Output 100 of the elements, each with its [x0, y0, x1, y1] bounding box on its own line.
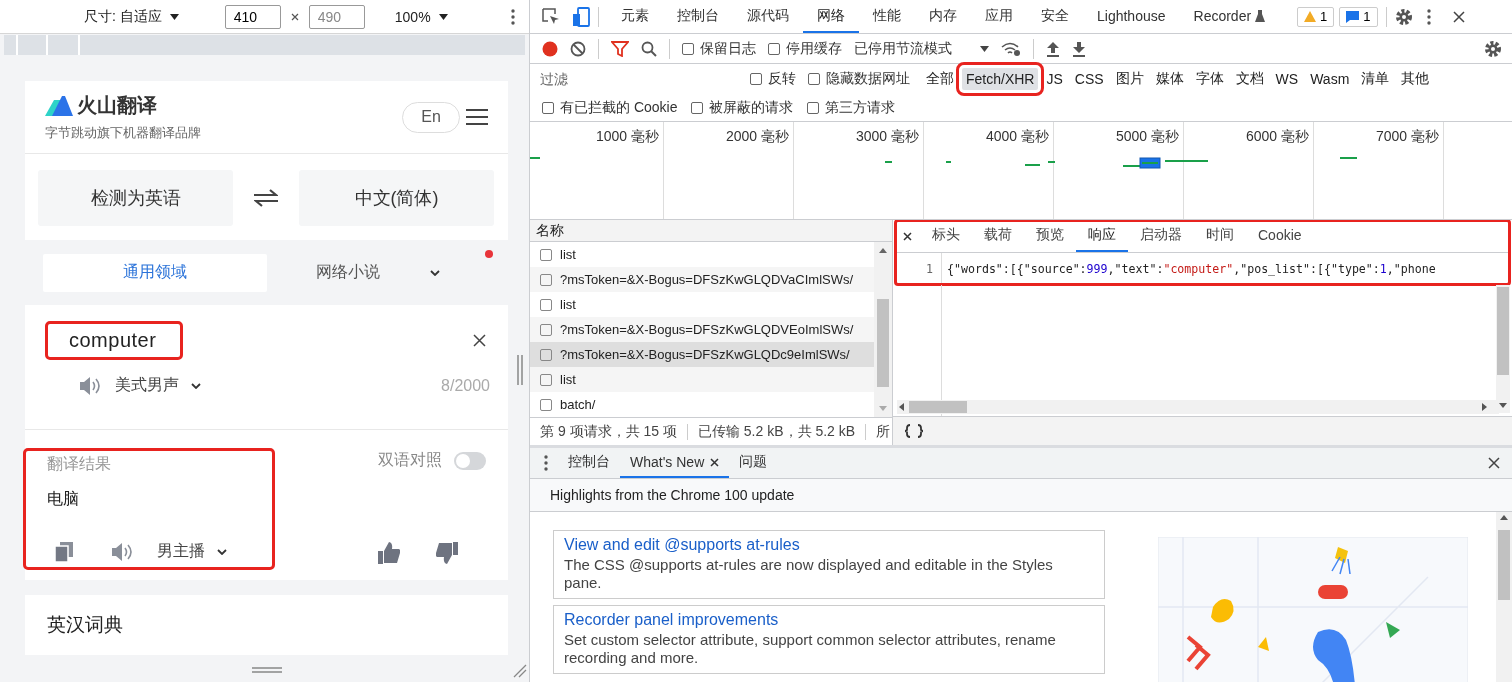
type-filter[interactable]: 其他	[1397, 67, 1434, 91]
resize-handle-icon[interactable]	[252, 667, 282, 673]
column-header[interactable]: 名称	[530, 220, 892, 243]
close-icon[interactable]	[473, 333, 486, 347]
domain-tab[interactable]: 通用领域	[43, 253, 267, 292]
checkbox[interactable]	[542, 101, 554, 114]
network-conditions-icon[interactable]	[1001, 40, 1021, 57]
request-row[interactable]: list	[530, 367, 874, 393]
feature-link[interactable]: Recorder panel improvements	[564, 611, 1094, 629]
detail-tab[interactable]: 载荷	[972, 220, 1024, 252]
type-filter[interactable]: 清单	[1357, 67, 1394, 91]
zoom-dropdown[interactable]: 100%	[394, 8, 448, 25]
speaker-icon[interactable]	[79, 375, 103, 396]
thumbs-up-icon[interactable]	[378, 542, 400, 564]
type-filter[interactable]: 图片	[1111, 67, 1148, 91]
speaker-icon[interactable]	[111, 541, 135, 562]
width-field[interactable]: 410	[224, 4, 281, 29]
domain-tab[interactable]: 网络小说	[266, 253, 490, 292]
panel-tab[interactable]: 网络	[803, 0, 859, 33]
messages-badge[interactable]: 1	[1339, 6, 1378, 27]
inspect-icon[interactable]	[542, 7, 560, 26]
feature-link[interactable]: View and edit @supports at-rules	[564, 536, 1094, 554]
thumbs-down-icon[interactable]	[436, 542, 458, 564]
source-language-button[interactable]: 检测为英语	[38, 170, 233, 226]
type-filter[interactable]: WS	[1271, 68, 1303, 90]
record-icon[interactable]	[542, 40, 558, 57]
panel-tab[interactable]: 元素	[607, 0, 663, 33]
type-filter[interactable]: 媒体	[1151, 67, 1188, 91]
settings-icon[interactable]	[1394, 7, 1413, 26]
request-row[interactable]: batch/	[530, 392, 874, 418]
resize-handle-icon[interactable]	[516, 355, 524, 385]
panel-tab[interactable]: 应用	[971, 0, 1027, 33]
panel-tab[interactable]: 控制台	[663, 0, 733, 33]
voice-dropdown[interactable]: 男主播	[157, 541, 227, 562]
horizontal-scrollbar[interactable]	[897, 400, 1499, 414]
drawer-tab[interactable]: What's New	[620, 448, 730, 478]
detail-tab[interactable]: 响应	[1076, 220, 1128, 252]
close-icon[interactable]	[710, 457, 720, 467]
copy-icon[interactable]	[55, 541, 73, 562]
feature-card[interactable]: View and edit @supports at-rules The CSS @supports at-rules are now displayed and editable in the Styles pane.	[553, 530, 1105, 599]
drawer-tab[interactable]: 控制台	[558, 448, 620, 478]
request-row[interactable]: list	[530, 292, 874, 318]
target-language-button[interactable]: 中文(简体)	[299, 170, 494, 226]
request-row[interactable]: list	[530, 242, 874, 268]
type-filter[interactable]: Wasm	[1306, 68, 1354, 90]
scroll-up-icon[interactable]	[879, 248, 887, 254]
bilingual-toggle[interactable]	[454, 451, 486, 470]
throttling-dropdown[interactable]: 已停用节流模式	[854, 39, 989, 58]
detail-tab[interactable]: Cookie	[1246, 220, 1314, 252]
checkbox[interactable]	[682, 42, 694, 55]
device-icon[interactable]	[572, 6, 590, 27]
checkbox[interactable]	[768, 42, 780, 55]
menu-icon[interactable]	[466, 108, 488, 126]
warnings-badge[interactable]: 1	[1297, 6, 1335, 27]
language-button[interactable]: En	[402, 101, 460, 133]
panel-tab[interactable]: Recorder	[1179, 0, 1280, 33]
filter-icon[interactable]	[611, 40, 629, 57]
pretty-print-icon[interactable]	[905, 424, 923, 438]
detail-tab[interactable]: 预览	[1024, 220, 1076, 252]
detail-tab[interactable]: 启动器	[1128, 220, 1194, 252]
vertical-scrollbar[interactable]	[1496, 285, 1510, 413]
panel-tab[interactable]: 源代码	[733, 0, 803, 33]
clear-icon[interactable]	[570, 40, 586, 57]
panel-tab[interactable]: Lighthouse	[1083, 0, 1180, 33]
size-dropdown[interactable]: 尺寸: 自适应	[84, 7, 179, 26]
resize-corner-icon[interactable]	[513, 664, 527, 678]
panel-tab[interactable]: 性能	[859, 0, 915, 33]
close-icon[interactable]	[1488, 457, 1500, 469]
type-filter[interactable]: 文档	[1231, 67, 1268, 91]
feature-card[interactable]: Recorder panel improvements Set custom selector attribute, support common selector attributes, rename recording and more.	[553, 605, 1105, 674]
drawer-tab[interactable]: 问题	[729, 448, 778, 478]
type-filter[interactable]: CSS	[1070, 68, 1108, 90]
detail-tab[interactable]: 时间	[1194, 220, 1246, 252]
detail-tab[interactable]: 标头	[920, 220, 972, 252]
download-icon[interactable]	[1072, 40, 1086, 57]
scrollbar[interactable]	[874, 242, 892, 418]
swap-icon[interactable]	[254, 189, 278, 207]
request-row[interactable]: ?msToken=&X-Bogus=DFSzKwGLQDc9eImlSWs/	[530, 342, 874, 368]
type-filter[interactable]: 全部	[922, 67, 958, 91]
more-icon[interactable]	[1426, 8, 1431, 25]
request-row[interactable]: ?msToken=&X-Bogus=DFSzKwGLQDVEoImlSWs/	[530, 317, 874, 343]
settings-icon[interactable]	[1484, 39, 1502, 58]
search-icon[interactable]	[641, 40, 657, 57]
checkbox[interactable]	[750, 73, 762, 85]
checkbox[interactable]	[691, 101, 704, 114]
checkbox[interactable]	[807, 101, 820, 114]
type-filter[interactable]: JS	[1042, 68, 1067, 90]
request-row[interactable]: ?msToken=&X-Bogus=DFSzKwGLQDVaCImlSWs/	[530, 267, 874, 293]
source-text[interactable]: computer	[47, 322, 182, 358]
type-filter[interactable]: 字体	[1191, 67, 1228, 91]
panel-tab[interactable]: 内存	[915, 0, 971, 33]
upload-icon[interactable]	[1046, 40, 1060, 57]
panel-tab[interactable]: 安全	[1027, 0, 1083, 33]
checkbox[interactable]	[808, 73, 820, 85]
more-icon[interactable]	[511, 8, 515, 25]
more-icon[interactable]	[544, 455, 548, 471]
close-icon[interactable]	[1452, 10, 1465, 23]
close-icon[interactable]	[903, 231, 912, 241]
voice-dropdown[interactable]: 美式男声	[115, 375, 201, 396]
height-field[interactable]: 490	[308, 4, 365, 29]
